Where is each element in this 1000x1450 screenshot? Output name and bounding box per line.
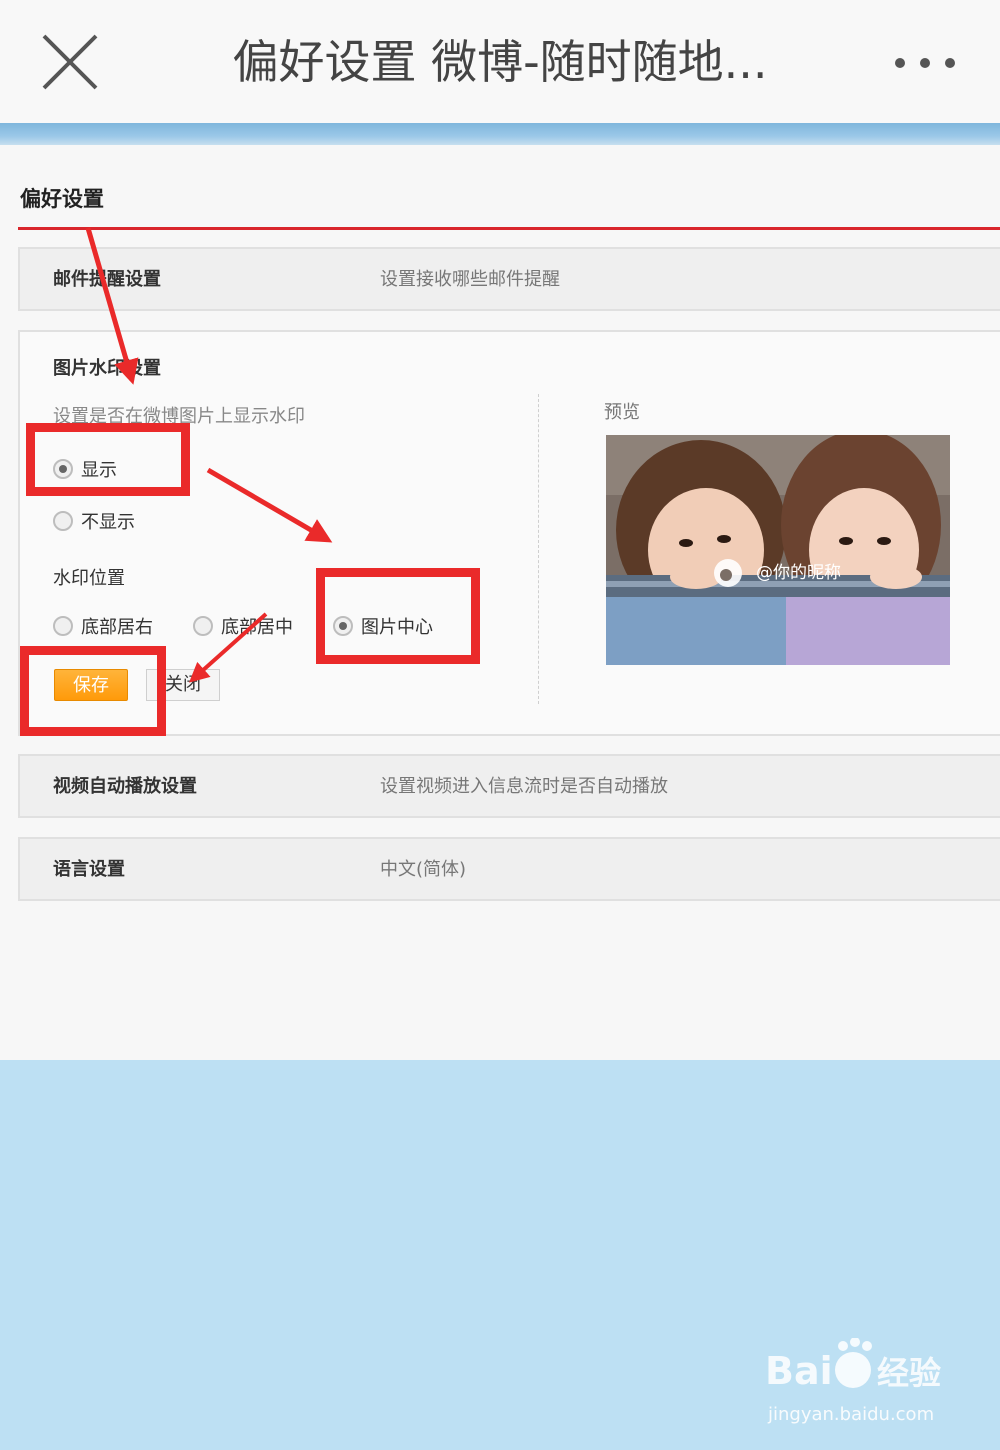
close-icon[interactable] <box>38 30 102 94</box>
radio-position-bottom-center[interactable]: 底部居中 <box>193 613 293 639</box>
radio-unselected-icon <box>53 511 73 531</box>
video-autoplay-label: 视频自动播放设置 <box>53 776 197 797</box>
radio-hide-watermark[interactable]: 不显示 <box>53 508 135 534</box>
radio-position-bottom-right[interactable]: 底部居右 <box>53 613 153 639</box>
radio-unselected-icon <box>53 616 73 636</box>
radio-unselected-icon <box>193 616 213 636</box>
watermark-title: 图片水印设置 <box>53 358 161 379</box>
position-bottom-center-label: 底部居中 <box>221 617 293 638</box>
hide-watermark-label: 不显示 <box>81 512 135 533</box>
preview-watermark-text: @你的昵称 <box>756 563 841 583</box>
language-desc: 中文(简体) <box>380 859 467 880</box>
watermark-preview-image: @你的昵称 <box>606 435 950 665</box>
watermark-position-label: 水印位置 <box>53 568 125 589</box>
preview-label: 预览 <box>604 402 640 423</box>
email-reminder-label: 邮件提醒设置 <box>53 269 161 290</box>
header-banner-strip <box>0 123 1000 145</box>
annotation-box-center <box>316 568 480 664</box>
baidu-jingyan-logo: Bai 经验 <box>765 1337 965 1398</box>
video-autoplay-desc: 设置视频进入信息流时是否自动播放 <box>380 776 668 797</box>
email-reminder-desc: 设置接收哪些邮件提醒 <box>380 269 560 290</box>
position-bottom-right-label: 底部居右 <box>81 617 153 638</box>
svg-text:经验: 经验 <box>877 1354 941 1392</box>
language-label: 语言设置 <box>53 859 125 880</box>
baidu-url: jingyan.baidu.com <box>768 1404 935 1425</box>
video-autoplay-row[interactable]: 视频自动播放设置 设置视频进入信息流时是否自动播放 <box>18 754 1000 818</box>
window-title: 偏好设置 微博-随时随地... <box>232 35 768 89</box>
more-options-icon[interactable] <box>890 48 960 78</box>
preferences-page: 偏好设置 邮件提醒设置 设置接收哪些邮件提醒 图片水印设置 设置是否在微博图片上… <box>0 145 1000 1060</box>
email-reminder-row[interactable]: 邮件提醒设置 设置接收哪些邮件提醒 <box>18 247 1000 311</box>
annotation-box-show <box>26 423 190 496</box>
language-row[interactable]: 语言设置 中文(简体) <box>18 837 1000 901</box>
svg-text:Bai: Bai <box>765 1349 833 1393</box>
top-app-bar: 偏好设置 微博-随时随地... <box>0 0 1000 123</box>
page-title: 偏好设置 <box>20 187 104 211</box>
panel-divider <box>538 394 539 704</box>
title-divider <box>18 227 1000 230</box>
annotation-box-save <box>20 646 166 736</box>
